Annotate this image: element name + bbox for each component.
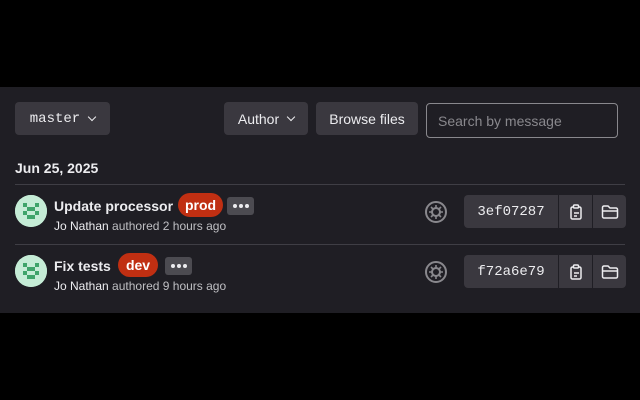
copy-icon (569, 263, 582, 280)
commit-sha-button[interactable]: f72a6e79 (464, 255, 558, 288)
commit-title[interactable]: Update processor (54, 198, 173, 214)
commit-title[interactable]: Fix tests (54, 258, 111, 274)
author-dropdown[interactable]: Author (224, 102, 308, 135)
tag-badge[interactable]: dev (118, 253, 158, 277)
search-input[interactable] (426, 103, 618, 138)
browse-commit-files-button[interactable] (593, 255, 626, 288)
author-link[interactable]: Jo Nathan (54, 279, 109, 293)
commit-sha-button[interactable]: 3ef07287 (464, 195, 558, 228)
branch-dropdown[interactable]: master (15, 102, 110, 135)
browse-files-button[interactable]: Browse files (316, 102, 418, 135)
more-button[interactable] (227, 197, 254, 215)
pipeline-status-icon[interactable] (425, 201, 447, 223)
commit-meta: Jo Nathan authored 9 hours ago (54, 279, 226, 293)
ellipsis-icon (170, 264, 175, 268)
folder-icon (601, 264, 618, 279)
date-header: Jun 25, 2025 (15, 160, 99, 176)
more-button[interactable] (165, 257, 192, 275)
commit-row: Fix tests dev Jo Nathan authored 9 hours… (0, 245, 640, 303)
ellipsis-dot (244, 204, 249, 208)
copy-sha-button[interactable] (559, 195, 592, 228)
authored-text: authored (112, 219, 160, 233)
chevron-down-icon (286, 112, 296, 121)
authored-text: authored (112, 279, 160, 293)
avatar-identicon (15, 195, 47, 227)
ellipsis-icon (232, 204, 237, 208)
pipeline-status-icon[interactable] (425, 261, 447, 283)
ellipsis-dot (238, 204, 243, 208)
copy-sha-button[interactable] (559, 255, 592, 288)
folder-icon (601, 204, 618, 219)
commit-time: 9 hours ago (162, 279, 227, 293)
ellipsis-dot (176, 264, 181, 268)
browse-commit-files-button[interactable] (593, 195, 626, 228)
author-link[interactable]: Jo Nathan (54, 219, 109, 233)
tag-badge[interactable]: prod (178, 193, 223, 217)
chevron-down-icon (87, 112, 97, 121)
commit-meta: Jo Nathan authored 2 hours ago (54, 219, 226, 233)
avatar-identicon (15, 255, 47, 287)
commit-row: Update processor prod Jo Nathan authored… (0, 185, 640, 243)
copy-icon (569, 203, 582, 220)
branch-label: master (29, 110, 81, 127)
avatar[interactable] (15, 195, 47, 227)
commit-time: 2 hours ago (162, 219, 227, 233)
ellipsis-dot (182, 264, 187, 268)
avatar[interactable] (15, 255, 47, 287)
author-label: Author (237, 110, 280, 127)
browse-files-label: Browse files (329, 110, 405, 127)
